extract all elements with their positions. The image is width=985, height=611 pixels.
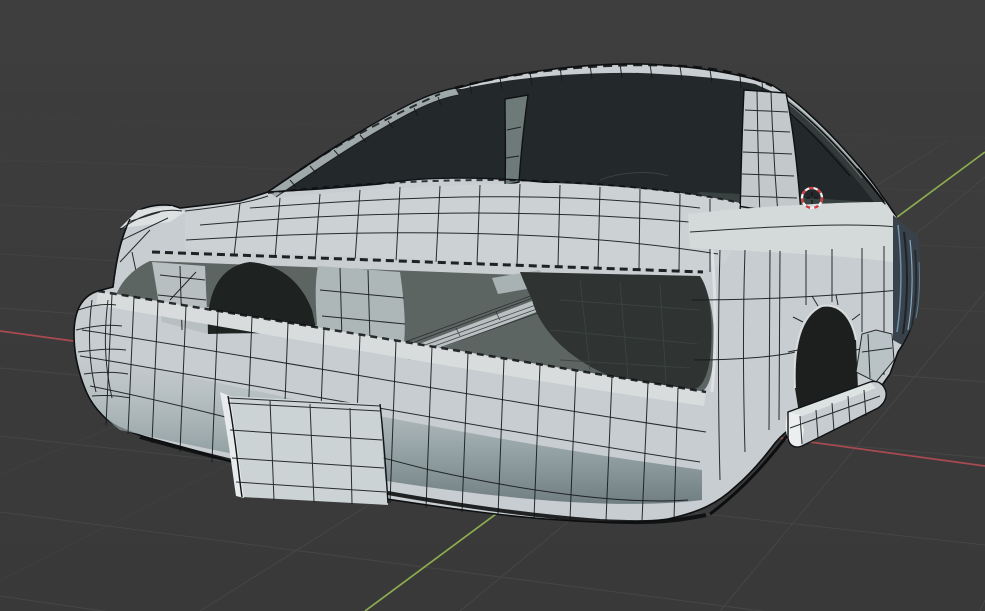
license-plate-recess <box>220 392 389 505</box>
3d-viewport[interactable] <box>0 0 985 611</box>
